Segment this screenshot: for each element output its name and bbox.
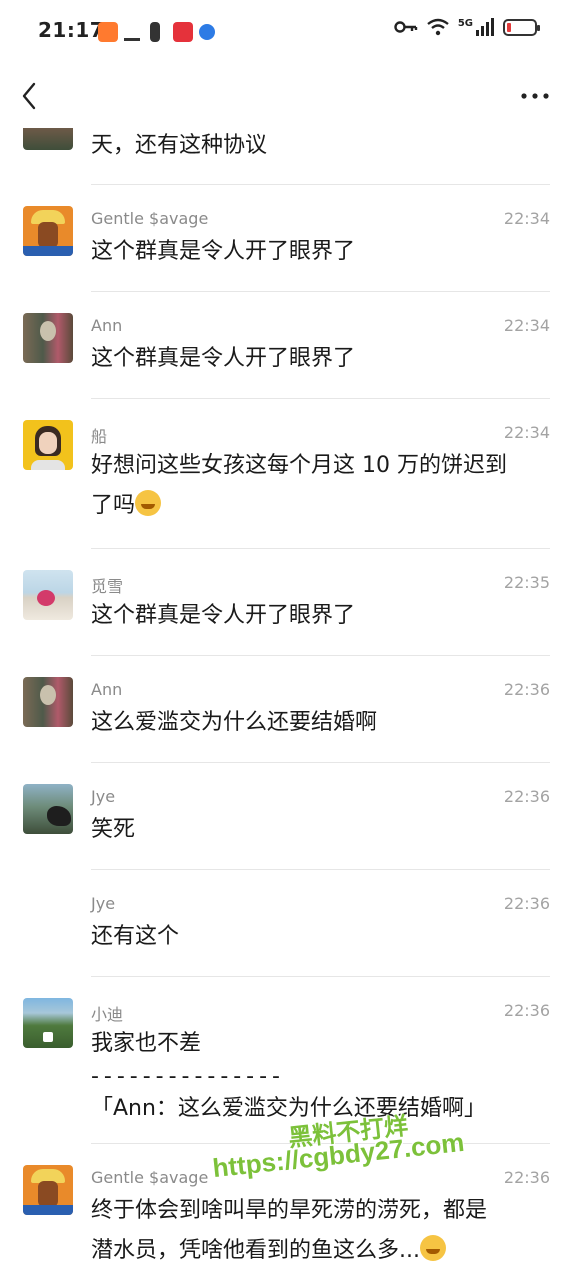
message-time: 22:36 <box>503 787 550 806</box>
message-text: 天，还有这种协议 <box>91 133 268 158</box>
battery-saver-icon <box>150 22 160 42</box>
status-indicators: 5G <box>394 17 540 36</box>
avatar[interactable] <box>23 570 73 620</box>
message-time: 22:34 <box>503 316 550 335</box>
avatar[interactable] <box>23 784 73 834</box>
message-text-line: 我家也不差 <box>91 1031 202 1056</box>
message-time: 22:34 <box>503 209 550 228</box>
avatar[interactable] <box>23 420 73 470</box>
message-time: 22:36 <box>503 1001 550 1020</box>
message-time: 22:36 <box>503 894 550 913</box>
network-type: 5G <box>457 17 473 29</box>
back-arrow-icon[interactable] <box>16 76 44 116</box>
status-time: 21:17 <box>38 18 105 42</box>
message-text-line: 了吗 <box>91 486 553 526</box>
more-options-icon[interactable] <box>519 80 551 112</box>
sender-name: Jye <box>91 894 116 913</box>
sender-name: Jye <box>91 787 116 806</box>
wifi-icon <box>427 18 449 36</box>
crying-laughing-emoji-icon <box>135 490 162 516</box>
avatar[interactable] <box>23 677 73 727</box>
message-time: 22:35 <box>503 573 550 592</box>
avatar[interactable] <box>23 998 73 1048</box>
sender-name: Gentle $avage <box>91 209 209 228</box>
avatar[interactable] <box>23 206 73 256</box>
sender-name: 船 <box>91 427 108 446</box>
message-text-line: 终于体会到啥叫旱的旱死涝的涝死，都是 <box>91 1198 488 1223</box>
quote-separator: - - - - - - - - - - - - - - - <box>91 1064 280 1089</box>
avatar[interactable] <box>23 128 73 150</box>
key-icon <box>394 21 418 33</box>
message-text: 这么爱滥交为什么还要结婚啊 <box>91 710 378 735</box>
divider <box>91 869 550 870</box>
message-text: 还有这个 <box>91 924 180 949</box>
divider <box>91 398 550 399</box>
divider <box>91 976 550 977</box>
divider <box>91 184 550 185</box>
sender-name: 小迪 <box>91 1005 124 1024</box>
message-text-line: 好想问这些女孩这每个月这 10 万的饼迟到 <box>91 453 507 478</box>
sender-name: Ann <box>91 316 123 335</box>
divider <box>91 548 550 549</box>
avatar[interactable] <box>23 313 73 363</box>
message-text: 好想问这些女孩这每个月这 10 万的饼迟到 了吗 <box>91 446 553 526</box>
message-text: 我家也不差 - - - - - - - - - - - - - - - 「Ann… <box>91 1024 553 1128</box>
message-text-line: 潜水员，凭啥他看到的鱼这么多... <box>91 1231 553 1271</box>
divider <box>91 762 550 763</box>
signal-icon <box>476 18 494 36</box>
sender-name: Ann <box>91 680 123 699</box>
divider <box>91 655 550 656</box>
message-text: 这个群真是令人开了眼界了 <box>91 239 356 264</box>
message-text: 这个群真是令人开了眼界了 <box>91 603 356 628</box>
avatar[interactable] <box>23 1165 73 1215</box>
message-time: 22:36 <box>503 1168 550 1187</box>
message-text: 笑死 <box>91 817 136 842</box>
sender-name: 觅雪 <box>91 577 124 596</box>
app-red-icon <box>173 22 193 42</box>
persevering-face-emoji-icon <box>419 1235 446 1261</box>
message-text-fragment: 潜水员，凭啥他看到的鱼这么多... <box>91 1238 420 1263</box>
divider <box>91 291 550 292</box>
upload-icon <box>124 22 140 41</box>
message-text: 这个群真是令人开了眼界了 <box>91 346 356 371</box>
message-time: 22:34 <box>503 423 550 442</box>
status-bar: 21:17 5G <box>0 0 573 66</box>
message-text-fragment: 了吗 <box>91 493 136 518</box>
app-blue-icon <box>199 24 215 40</box>
message-time: 22:36 <box>503 680 550 699</box>
battery-icon <box>503 18 540 36</box>
nav-bar <box>0 66 573 128</box>
sender-name: Gentle $avage <box>91 1168 209 1187</box>
message-text: 终于体会到啥叫旱的旱死涝的涝死，都是 潜水员，凭啥他看到的鱼这么多... <box>91 1191 553 1271</box>
app-notification-icon <box>98 22 118 42</box>
